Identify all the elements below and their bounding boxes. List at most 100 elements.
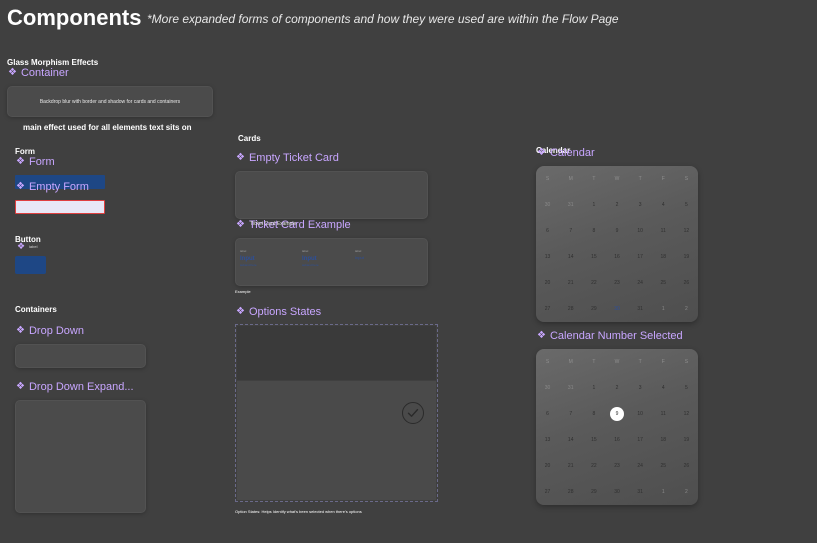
- calendar-day[interactable]: 11: [652, 218, 675, 244]
- calendar-day[interactable]: 18: [652, 427, 675, 453]
- calendar-day[interactable]: 4: [652, 375, 675, 401]
- calendar-day[interactable]: 1: [652, 296, 675, 322]
- dropdown-expanded-container[interactable]: [15, 400, 146, 513]
- calendar-day[interactable]: 17: [629, 427, 652, 453]
- ticket-cell-sub: subtext here: [240, 263, 257, 267]
- calendar-day-selected[interactable]: 9: [609, 407, 624, 421]
- ticket-cell-sub: subtext here: [302, 263, 319, 267]
- calendar-day[interactable]: 12: [675, 401, 698, 427]
- calendar-day[interactable]: 2: [675, 479, 698, 505]
- calendar-day[interactable]: 1: [582, 375, 605, 401]
- component-options-states-label[interactable]: ❖ Options States: [236, 306, 321, 318]
- calendar-day[interactable]: 8: [582, 401, 605, 427]
- component-calendar-label[interactable]: ❖ Calendar: [537, 147, 595, 159]
- component-calendar-selected-label[interactable]: ❖ Calendar Number Selected: [537, 330, 683, 342]
- calendar-day[interactable]: 25: [652, 270, 675, 296]
- calendar-weekday-header: F: [661, 176, 665, 182]
- calendar-day[interactable]: 19: [675, 427, 698, 453]
- calendar-day[interactable]: 12: [675, 218, 698, 244]
- calendar-day[interactable]: 3: [629, 192, 652, 218]
- calendar-day[interactable]: 26: [675, 270, 698, 296]
- calendar-day[interactable]: 15: [582, 244, 605, 270]
- calendar-day[interactable]: 21: [559, 270, 582, 296]
- calendar-day[interactable]: 13: [536, 244, 559, 270]
- calendar-day[interactable]: 7: [559, 218, 582, 244]
- calendar-day[interactable]: 30: [605, 296, 628, 322]
- calendar-day[interactable]: 5: [675, 375, 698, 401]
- calendar-day[interactable]: 29: [582, 479, 605, 505]
- calendar-day[interactable]: 16: [605, 427, 628, 453]
- ticket-card-example[interactable]: label Input subtext here label Input sub…: [235, 238, 428, 286]
- calendar-day[interactable]: 22: [582, 270, 605, 296]
- calendar-day[interactable]: 15: [582, 427, 605, 453]
- component-diamond-icon: ❖: [16, 325, 25, 336]
- calendar-weekday-header: S: [545, 176, 550, 182]
- calendar-day[interactable]: 14: [559, 427, 582, 453]
- calendar-day[interactable]: 5: [675, 192, 698, 218]
- component-form-label[interactable]: ❖ Form: [16, 156, 55, 168]
- calendar-day[interactable]: 10: [629, 401, 652, 427]
- component-container-label[interactable]: ❖ Container: [8, 67, 69, 79]
- primary-button[interactable]: [15, 256, 46, 274]
- glass-note: main effect used for all elements text s…: [23, 123, 192, 132]
- calendar-selected-widget[interactable]: S M T W T F S 30 31 1 2 3 4 5 6 7 8 9 10 11 12 13 14 15 16 17 18 19…: [536, 349, 698, 505]
- calendar-day[interactable]: 20: [536, 453, 559, 479]
- calendar-day[interactable]: 30: [605, 479, 628, 505]
- calendar-day[interactable]: 21: [559, 453, 582, 479]
- dropdown-container[interactable]: [15, 344, 146, 368]
- calendar-day[interactable]: 31: [629, 479, 652, 505]
- calendar-widget[interactable]: S M T W T F S 30 31 1 2 3 4 5 6 7 8 9 10 11 12 13 14 15 16 17 18 19…: [536, 166, 698, 322]
- calendar-day[interactable]: 17: [629, 244, 652, 270]
- calendar-grid: S M T W T F S 30 31 1 2 3 4 5 6 7 8 9 10 11 12 13 14 15 16 17 18 19…: [536, 166, 698, 322]
- calendar-day[interactable]: 1: [582, 192, 605, 218]
- option-state-default[interactable]: [237, 326, 436, 380]
- calendar-weekday-header: S: [684, 359, 689, 365]
- calendar-day[interactable]: 2: [605, 375, 628, 401]
- calendar-day[interactable]: 18: [652, 244, 675, 270]
- component-dropdown-label[interactable]: ❖ Drop Down: [16, 325, 84, 337]
- calendar-day[interactable]: 7: [559, 401, 582, 427]
- calendar-day[interactable]: 29: [582, 296, 605, 322]
- calendar-day[interactable]: 14: [559, 244, 582, 270]
- calendar-day[interactable]: 2: [605, 192, 628, 218]
- calendar-day[interactable]: 26: [675, 453, 698, 479]
- calendar-day[interactable]: 1: [652, 479, 675, 505]
- calendar-day[interactable]: 25: [652, 453, 675, 479]
- calendar-day[interactable]: 30: [536, 192, 559, 218]
- calendar-day[interactable]: 10: [629, 218, 652, 244]
- calendar-day[interactable]: 3: [629, 375, 652, 401]
- empty-ticket-card[interactable]: [235, 171, 428, 219]
- calendar-day[interactable]: 13: [536, 427, 559, 453]
- calendar-day[interactable]: 31: [559, 192, 582, 218]
- calendar-day[interactable]: 30: [536, 375, 559, 401]
- component-dropdown-expanded-label[interactable]: ❖ Drop Down Expand...: [16, 381, 134, 393]
- calendar-day[interactable]: 31: [559, 375, 582, 401]
- calendar-day[interactable]: 24: [629, 270, 652, 296]
- calendar-day[interactable]: 31: [629, 296, 652, 322]
- calendar-day[interactable]: 22: [582, 453, 605, 479]
- calendar-day[interactable]: 27: [536, 296, 559, 322]
- component-empty-ticket-label[interactable]: ❖ Empty Ticket Card: [236, 152, 339, 164]
- calendar-day[interactable]: 8: [582, 218, 605, 244]
- form-field-empty[interactable]: [15, 200, 105, 214]
- calendar-day[interactable]: 6: [536, 401, 559, 427]
- calendar-day[interactable]: 24: [629, 453, 652, 479]
- calendar-day[interactable]: 28: [559, 479, 582, 505]
- calendar-day[interactable]: 28: [559, 296, 582, 322]
- component-empty-form-label[interactable]: ❖ Empty Form: [16, 181, 89, 193]
- calendar-day[interactable]: 2: [675, 296, 698, 322]
- calendar-day[interactable]: 9: [605, 218, 628, 244]
- calendar-day[interactable]: 23: [605, 270, 628, 296]
- calendar-day[interactable]: 11: [652, 401, 675, 427]
- calendar-day[interactable]: 16: [605, 244, 628, 270]
- option-state-selected[interactable]: [237, 381, 436, 500]
- glass-container[interactable]: Backdrop blur with border and shadow for…: [7, 86, 213, 117]
- calendar-day[interactable]: 19: [675, 244, 698, 270]
- calendar-day[interactable]: 4: [652, 192, 675, 218]
- calendar-day[interactable]: 6: [536, 218, 559, 244]
- calendar-day[interactable]: 27: [536, 479, 559, 505]
- calendar-day[interactable]: 23: [605, 453, 628, 479]
- calendar-day[interactable]: 20: [536, 270, 559, 296]
- calendar-day[interactable]: 9: [605, 401, 628, 427]
- calendar-weekday-header: S: [545, 359, 550, 365]
